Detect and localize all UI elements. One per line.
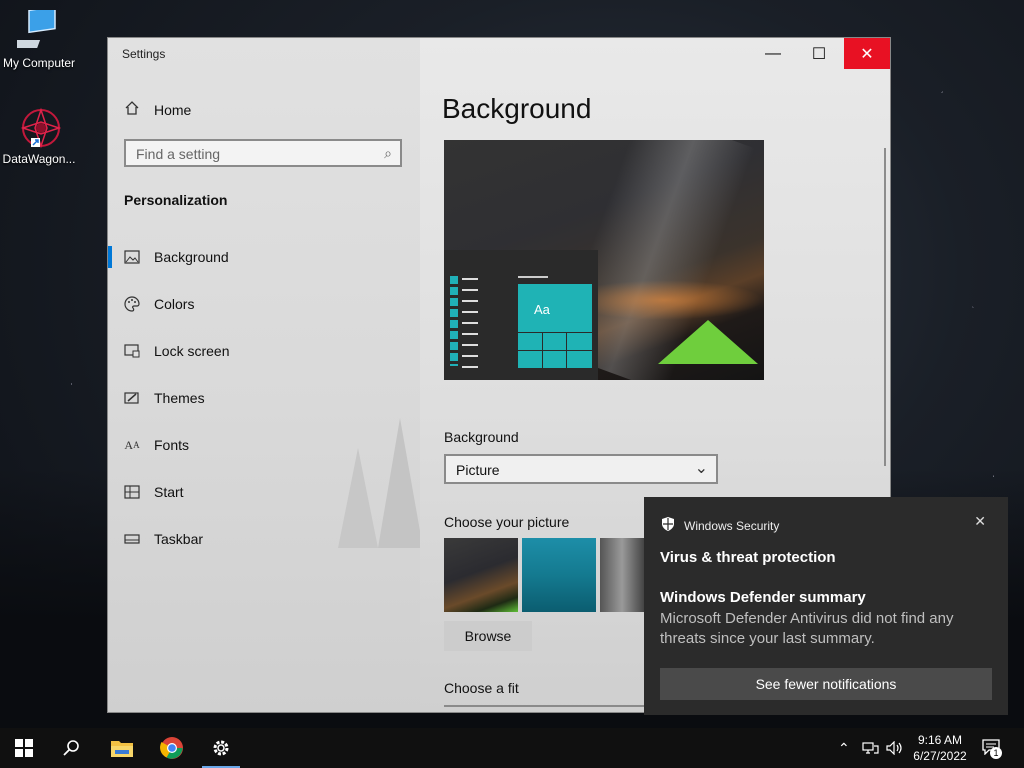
fonts-icon: AA [124,437,140,452]
clock-date: 6/27/2022 [913,749,967,763]
background-type-dropdown[interactable]: Picture ⌄ [444,454,718,484]
scrollbar[interactable] [884,148,886,466]
system-clock[interactable]: 9:16 AM 6/27/2022 [902,732,978,764]
chevron-down-icon: ⌄ [694,460,708,477]
sidebar-item-themes[interactable]: Themes [124,390,404,406]
choose-picture-label: Choose your picture [444,514,570,530]
notification-title: Virus & threat protection [660,549,836,566]
sidebar-item-label: Colors [154,296,195,312]
sidebar-item-label: Taskbar [154,531,204,547]
choose-fit-label: Choose a fit [444,680,519,696]
search-icon: ⌕ [384,145,392,161]
picture-thumbnail-1[interactable] [444,538,518,612]
wallpaper-trees [338,418,423,548]
preview-tiles-header [518,276,548,278]
section-title: Personalization [124,192,228,208]
picture-thumbnail-3[interactable] [600,538,644,612]
settings-sidebar: Settings Home Find a setting ⌕ Personali… [108,38,423,712]
chrome-button[interactable] [152,728,192,768]
preview-tile-text: Aa [534,302,550,317]
datawagon-logo-icon [17,106,62,150]
selection-indicator [108,246,112,268]
sidebar-item-label: Fonts [154,437,190,453]
palette-icon [124,296,140,312]
chevron-up-icon: ⌃ [838,739,850,756]
picture-icon [124,249,140,265]
preview-tile-grid [518,332,592,368]
taskbar: ⌃ 9:16 AM 6/27/2022 1 [0,728,1024,768]
computer-icon [9,5,61,54]
network-icon[interactable] [862,728,880,768]
desktop-icon-label: My Computer [2,56,76,70]
page-title: Background [442,93,592,124]
sidebar-item-label: Themes [154,390,205,406]
notification-center-icon: 1 [982,737,1004,759]
chrome-icon [160,737,183,759]
search-icon [63,740,79,756]
security-notification[interactable]: Windows Security ✕ Virus & threat protec… [644,497,1008,715]
browse-button[interactable]: Browse [444,621,532,651]
sidebar-item-label: Background [154,249,229,265]
search-input[interactable]: Find a setting ⌕ [124,139,402,167]
picture-thumbnail-2[interactable] [522,538,596,612]
see-fewer-notifications-button[interactable]: See fewer notifications [660,668,992,700]
desktop-icon-datawagon[interactable]: DataWagon... [0,106,81,166]
home-icon [124,100,140,119]
sidebar-item-colors[interactable]: Colors [124,296,404,312]
preview-tent [658,320,758,364]
sidebar-item-lock-screen[interactable]: Lock screen [124,343,404,359]
folder-icon [111,741,133,757]
notification-count-badge: 1 [990,747,1002,759]
background-preview: Aa [444,140,764,380]
maximize-button[interactable]: ☐ [796,38,842,69]
minimize-button[interactable]: — [750,38,796,69]
shield-icon [660,516,676,535]
window-title: Settings [122,47,166,61]
preview-tiles: Aa [518,284,592,368]
notification-header: Windows Security [660,516,779,535]
background-label: Background [444,429,519,445]
sidebar-item-background[interactable]: Background [124,249,404,265]
close-button[interactable]: ✕ [844,38,890,69]
sidebar-item-label: Start [154,484,184,500]
gear-icon [213,740,229,756]
themes-icon [124,390,140,406]
action-center-button[interactable]: 1 [982,728,1004,768]
preview-app-icons [450,276,458,366]
search-button[interactable] [52,728,92,768]
start-button[interactable] [4,728,44,768]
desktop-icon-my-computer[interactable]: My Computer [0,5,81,70]
clock-time: 9:16 AM [917,733,963,747]
dropdown-value: Picture [456,462,500,478]
preview-start-menu: Aa [444,250,598,380]
show-hidden-icons-button[interactable]: ⌃ [838,728,850,768]
home-label: Home [154,101,192,118]
desktop-icon-label: DataWagon... [2,152,76,166]
fit-dropdown[interactable] [444,705,644,712]
settings-taskbar-button[interactable] [201,728,241,768]
start-icon [124,484,140,500]
notification-subtitle: Windows Defender summary [660,589,866,606]
close-icon[interactable]: ✕ [974,513,986,530]
preview-app-labels [462,278,478,368]
lock-screen-icon [124,343,140,359]
sidebar-item-label: Lock screen [154,343,230,359]
taskbar-icon [124,531,140,547]
notification-app-name: Windows Security [684,518,780,533]
sidebar-home[interactable]: Home [124,100,191,119]
notification-body: Microsoft Defender Antivirus did not fin… [660,610,954,647]
search-placeholder: Find a setting [136,146,221,162]
windows-logo-icon [15,739,33,757]
file-explorer-button[interactable] [102,728,142,768]
